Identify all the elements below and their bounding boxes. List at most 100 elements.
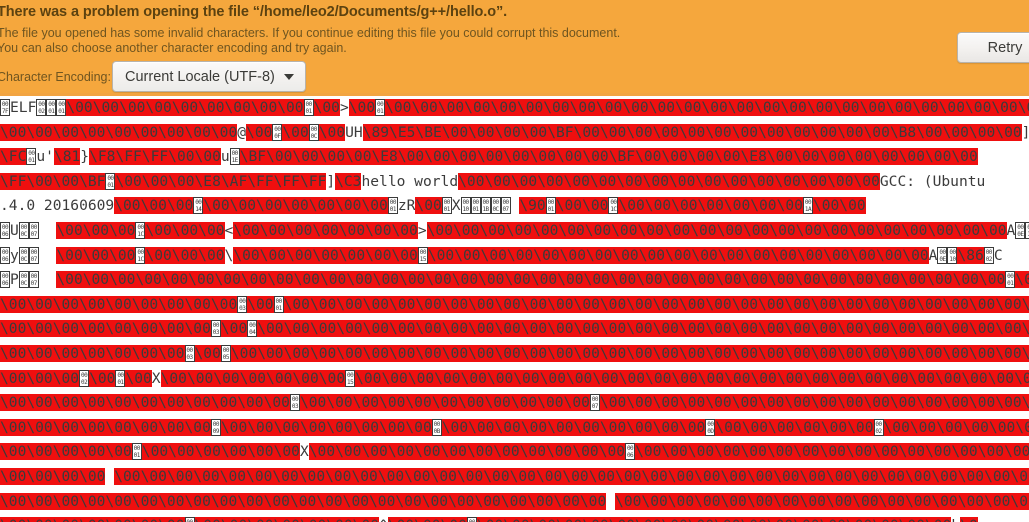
document-line: .4.0 20160609\00\00\00 00 14 \00\00\00\00\0… bbox=[0, 194, 1029, 219]
invalid-byte-run: \00\00\00\00\00\00\00\00\00\00 bbox=[883, 418, 1029, 436]
control-char-box: 00 02 bbox=[79, 369, 90, 387]
invalid-byte-run: \00\00\00\00 bbox=[0, 467, 106, 485]
invalid-byte-run: \00\00\00\E8\AF\FF\FF\FF bbox=[115, 172, 327, 190]
invalid-byte-run: \00\00\00\00\00\00\00\00\00\00\00\00\00\… bbox=[283, 295, 1029, 313]
ascii-text-run: X bbox=[151, 369, 161, 387]
invalid-byte-run: \00\00\00\00\00\00\00\00\00\00\00\00\00\… bbox=[427, 246, 929, 264]
invalid-byte-run: \81 bbox=[53, 148, 81, 166]
ascii-text-run: y bbox=[10, 246, 19, 264]
invalid-byte-run: \90 bbox=[519, 197, 546, 215]
invalid-byte-run: \00\00\00 bbox=[1015, 271, 1029, 289]
control-char-box: 00 0C bbox=[308, 123, 319, 141]
ascii-text-run: ELF bbox=[10, 99, 37, 116]
control-char-box: 00 15 bbox=[345, 369, 356, 387]
control-char-box: 0010 bbox=[466, 517, 477, 522]
control-char-box: 00 1C bbox=[135, 221, 146, 239]
invalid-byte-run: \00\00\00\00\00\00\00\00\00\00\00 bbox=[0, 394, 290, 412]
control-char-box: 00 1B bbox=[480, 197, 491, 215]
invalid-byte-run: \00\00\00 bbox=[0, 369, 80, 387]
ascii-text-run: A bbox=[928, 246, 938, 264]
document-line: 00 06 P 00 0C 00 07 \00\00\00\00\00\00\00\00\0… bbox=[0, 268, 1029, 293]
invalid-byte-run: \00\00\00\00\00\00\00\00\00\00\00\00\00\… bbox=[426, 221, 1007, 239]
ascii-text-run: u' bbox=[36, 148, 54, 166]
invalid-byte-run: \FF\00\00\BF bbox=[0, 172, 106, 190]
invalid-byte-run: \00\00\00\00\00\00\00\00\00\00\00\00\00\… bbox=[476, 517, 952, 522]
ascii-text-run: X bbox=[451, 197, 461, 215]
control-char-box: 00 07 bbox=[589, 394, 600, 412]
control-char-box: 00 06 bbox=[625, 443, 636, 461]
document-line: \00\00\00\00\00\00\00\00\00 00 03 \00 00 01 \0… bbox=[0, 293, 1029, 318]
control-char-box: 00 01 bbox=[1005, 271, 1016, 289]
invalid-byte-run: \00\00\00\00\00\00\00\00\00 bbox=[66, 99, 304, 116]
invalid-byte-run: \00\00\00\00\00\00\00\00\00\00\00\00\00\… bbox=[56, 271, 1006, 289]
ascii-text-run bbox=[606, 492, 616, 510]
character-encoding-dropdown[interactable]: Current Locale (UTF-8) bbox=[112, 61, 306, 92]
control-char-box: 00 01 bbox=[273, 295, 284, 313]
control-char-box: 00 04 bbox=[247, 320, 258, 338]
control-char-box: 00 0F bbox=[272, 123, 283, 141]
document-line: \00\00\00\00\00\00\00 00 03 \00 00 05 \00\00\0… bbox=[0, 342, 1029, 367]
control-char-box: 00 03 bbox=[210, 320, 221, 338]
invalid-byte-run: \00\00\00\00\00\00\00 bbox=[160, 369, 346, 387]
ascii-text-run: > bbox=[339, 99, 349, 116]
control-char-box: 0010 bbox=[947, 246, 958, 264]
control-char-box: 00 0C bbox=[18, 221, 29, 239]
invalid-byte-run: \00\00\00\00\00 bbox=[0, 443, 132, 461]
ascii-text-run: A bbox=[1006, 221, 1016, 239]
document-text-view[interactable]: 00 7F ELF 00 02 00 01 00 01 \00\00\00\00\00\00\00… bbox=[0, 96, 1029, 522]
document-line: \00\00\00\00 \00\00\00\00\00\00\00\00\00… bbox=[0, 465, 1029, 490]
document-line: \00\00\00\00\00 00 01 \00\00\00\00\00\00X\0… bbox=[0, 440, 1029, 465]
invalid-byte-run: \00 bbox=[282, 123, 309, 141]
document-line: \FC 00 01 u'\81}\F8\FF\FF\00\00u 00 1E \BF\00\… bbox=[0, 145, 1029, 170]
ascii-text-run: u bbox=[220, 148, 230, 166]
ascii-text-run: @ bbox=[237, 123, 247, 141]
ascii-text-run: C bbox=[993, 246, 1003, 264]
invalid-byte-run: \00 bbox=[348, 99, 376, 116]
control-char-box: 00 0D bbox=[705, 418, 716, 436]
document-line: 00 06 U 00 0C 00 07 \00\00\00 00 1C \00\00\00<\00… bbox=[0, 219, 1029, 244]
invalid-byte-run: \00\00\00\00\00\00\00 bbox=[203, 197, 388, 215]
invalid-byte-run: \00 bbox=[313, 99, 340, 116]
invalid-byte-run: \00\00\00\00\00\00\00\00 bbox=[0, 320, 211, 338]
ascii-text-run: X bbox=[299, 443, 309, 461]
control-char-box: 00 01 bbox=[545, 197, 556, 215]
invalid-byte-run: \00\00\00\00\00\00\00\00\00\00\00\00\00\… bbox=[114, 467, 1029, 485]
ascii-text-run: ] bbox=[1021, 123, 1029, 141]
invalid-byte-run: \0 bbox=[960, 517, 978, 522]
control-char-box: 00 02 bbox=[36, 99, 47, 116]
invalid-byte-run: \00\00\00\00\00\00\00\00\00 bbox=[0, 123, 238, 141]
control-char-box: 00 0E bbox=[937, 246, 948, 264]
control-char-box: 00 1E bbox=[229, 148, 240, 166]
invalid-byte-run: \00\00\00\00\00\00\00\00\00\00\00 bbox=[299, 394, 590, 412]
control-char-box: 00 02 bbox=[983, 246, 994, 264]
invalid-byte-run: \00 bbox=[247, 295, 274, 313]
ascii-text-run bbox=[38, 221, 57, 239]
control-char-box: 00 01 bbox=[46, 99, 57, 116]
ascii-text-run: zR bbox=[397, 197, 416, 215]
control-char-box: 00 01 bbox=[470, 197, 481, 215]
invalid-byte-run: \00 bbox=[194, 344, 221, 362]
invalid-byte-run: \00\00\00\00\00\00\00\00 bbox=[220, 418, 432, 436]
control-char-box: 00 0C bbox=[18, 271, 29, 289]
invalid-byte-run: \00 bbox=[415, 197, 442, 215]
control-char-box: 0010 bbox=[1025, 221, 1029, 239]
character-encoding-label: Character Encoding: bbox=[0, 70, 111, 84]
document-line: \00\00\00\00\00\00\00\00 00 09 \00\00\00\00… bbox=[0, 416, 1029, 441]
infobar-title: There was a problem opening the file “/h… bbox=[0, 4, 508, 20]
control-char-box: 001A bbox=[184, 517, 195, 522]
invalid-byte-run: \00\00\00\00\00\00 bbox=[715, 418, 874, 436]
invalid-byte-run: \C3 bbox=[335, 172, 362, 190]
ascii-text-run: h bbox=[951, 517, 961, 522]
ascii-text-run: P bbox=[10, 271, 19, 289]
invalid-byte-run: \00\00\00\00\00\00\00\00\00\00\00\00\00\… bbox=[615, 492, 1029, 510]
control-char-box: 0010 bbox=[460, 197, 471, 215]
invalid-byte-run: \00\00 bbox=[555, 197, 609, 215]
control-char-box: 00 07 bbox=[28, 271, 39, 289]
invalid-byte-run: \00\00 bbox=[812, 197, 866, 215]
control-char-box: 00 02 bbox=[873, 418, 884, 436]
control-char-box: 00 03 bbox=[184, 344, 195, 362]
retry-button[interactable]: Retry bbox=[957, 32, 1029, 63]
control-char-box: 00 06 bbox=[0, 221, 10, 239]
invalid-byte-run: \00\00\00\00\00\00\00\00\00\00 bbox=[441, 418, 706, 436]
control-char-box: 001A bbox=[802, 197, 813, 215]
